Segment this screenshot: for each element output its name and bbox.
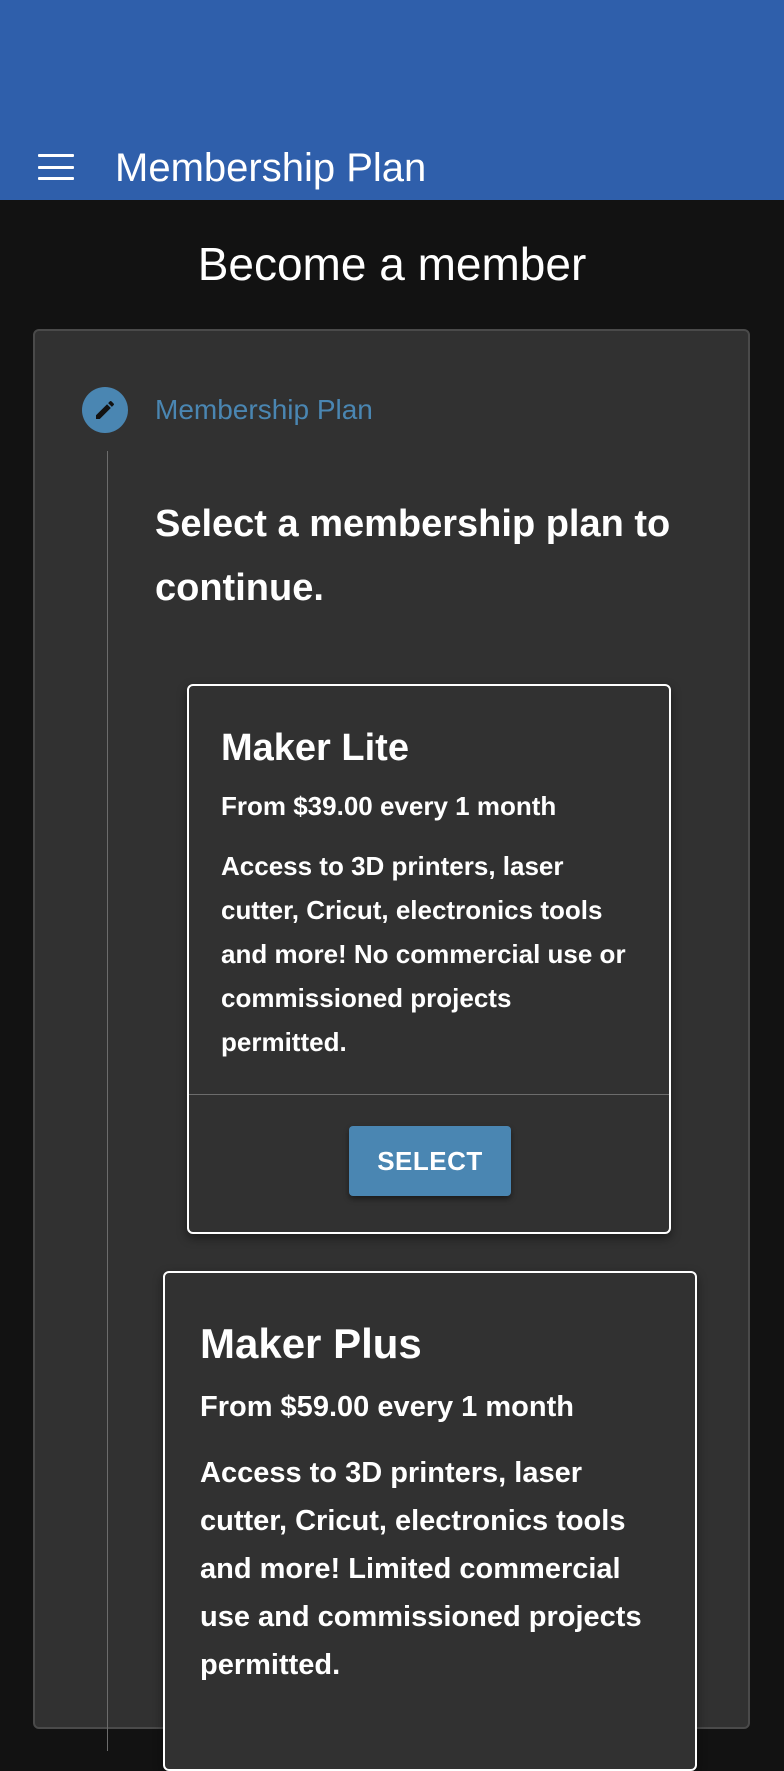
plan-price: From $39.00 every 1 month <box>221 791 557 821</box>
plan-card-maker-plus: Maker Plus From $59.00 every 1 month Acc… <box>163 1271 697 1771</box>
plan-card-maker-lite: Maker Lite From $39.00 every 1 month Acc… <box>187 684 671 1234</box>
plan-price: From $59.00 every 1 month <box>200 1391 574 1423</box>
card-divider <box>189 1094 669 1095</box>
step-label-membership-plan[interactable]: Membership Plan <box>155 393 373 427</box>
plan-description: Access to 3D printers, laser cutter, Cri… <box>221 851 626 1057</box>
step-instruction: Select a membership plan to continue. <box>155 503 671 609</box>
page-heading: Become a member <box>197 238 587 290</box>
plan-description: Access to 3D printers, laser cutter, Cri… <box>200 1457 642 1681</box>
step-connector-line <box>107 451 108 1751</box>
app-bar: Membership Plan <box>0 0 784 200</box>
hamburger-menu-icon[interactable] <box>36 150 76 184</box>
pencil-icon <box>82 387 128 433</box>
app-bar-title: Membership Plan <box>115 146 427 190</box>
plan-name: Maker Plus <box>200 1320 422 1367</box>
select-maker-lite-button[interactable]: SELECT <box>349 1126 511 1196</box>
membership-stepper: Membership Plan Select a membership plan… <box>33 329 750 1771</box>
plan-name: Maker Lite <box>221 727 409 769</box>
